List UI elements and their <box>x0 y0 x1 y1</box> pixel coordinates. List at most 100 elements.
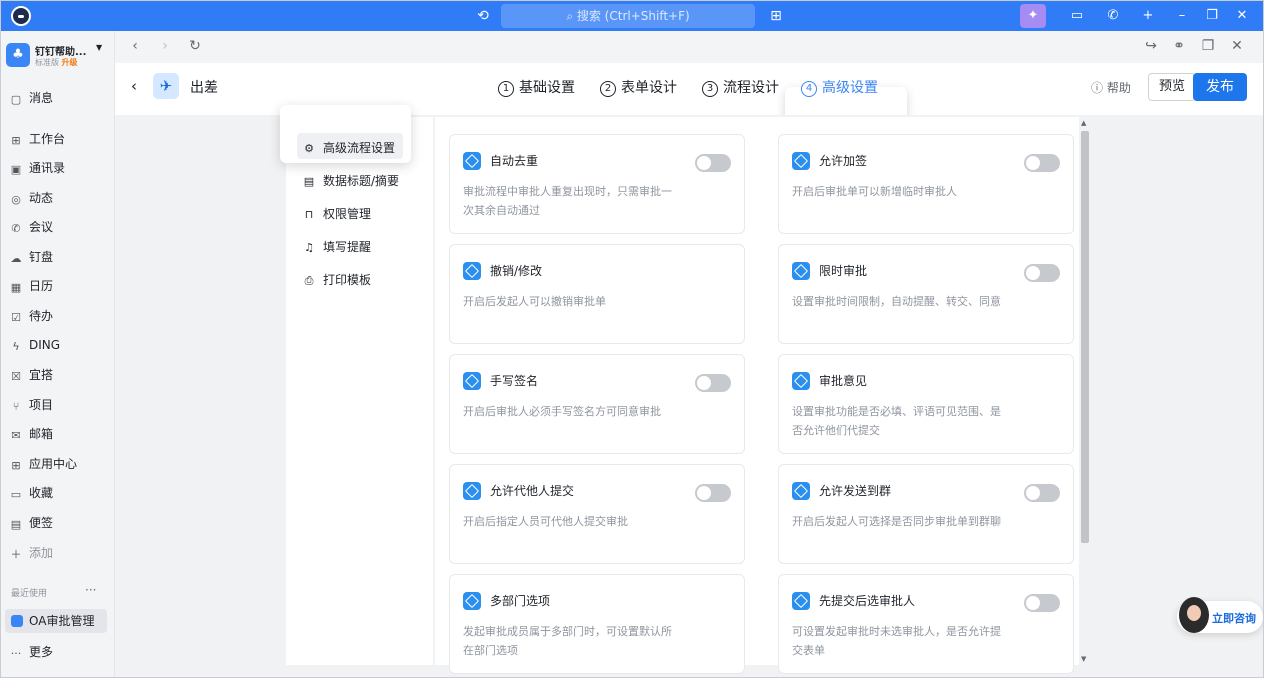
scroll-up-icon[interactable]: ▲ <box>1081 119 1086 127</box>
cube-icon <box>463 592 481 610</box>
settings-nav-advanced-flow[interactable]: ⚙ 高级流程设置 <box>303 139 395 156</box>
link-icon[interactable]: ⚭ <box>1171 38 1187 54</box>
handwritten-signature-toggle[interactable] <box>695 374 731 392</box>
settings-nav-print-template[interactable]: ⎙ 打印模板 <box>303 271 371 288</box>
consult-button[interactable]: 立即咨询 <box>1177 597 1263 633</box>
note-icon: ▤ <box>10 518 22 531</box>
dingtalk-logo-icon[interactable] <box>11 6 31 26</box>
mail-icon: ✉ <box>11 429 21 442</box>
send-to-group-toggle[interactable] <box>1024 484 1060 502</box>
search-icon: ⌕ <box>566 9 577 23</box>
back-icon[interactable]: ‹ <box>127 38 143 54</box>
sidebar: ♣ 钉钉帮助... ▼ 标准版 升级 ▢ 消息 ⊞ 工作台 ▣ 通讯录 ◎ 动态 ✆ 会议… <box>1 31 115 677</box>
setting-card-allow-add-signer: 允许加签 开启后审批单可以新增临时审批人 <box>778 134 1074 234</box>
sidebar-item-project[interactable]: ⑂ 项目 <box>9 394 109 416</box>
scrollbar-thumb[interactable] <box>1081 131 1089 543</box>
browser-nav-bar: ‹ › ↻ ↪ ⚭ ❐ ✕ <box>115 31 1263 63</box>
message-icon: ▢ <box>10 93 22 106</box>
setting-card-multi-department[interactable]: 多部门选项 发起审批成员属于多部门时，可设置默认所在部门选项 <box>449 574 745 674</box>
org-avatar: ♣ <box>6 43 30 67</box>
sidebar-item-drive[interactable]: ☁ 钉盘 <box>9 246 109 268</box>
sidebar-item-workbench[interactable]: ⊞ 工作台 <box>9 128 109 150</box>
settings-nav-reminders[interactable]: ♫ 填写提醒 <box>303 238 371 255</box>
settings-canvas: ⚙ 高级流程设置 ▤ 数据标题/摘要 ⊓ 权限管理 ♫ 填写提醒 ⎙ 打印模板 自动去重 … <box>115 105 1263 677</box>
favorite-icon: ▭ <box>10 488 22 501</box>
help-icon: ⓘ <box>1091 81 1107 95</box>
refresh-icon[interactable]: ↻ <box>187 38 203 54</box>
settings-nav-permissions[interactable]: ⊓ 权限管理 <box>303 205 371 222</box>
ding-icon: ϟ <box>12 340 20 353</box>
forward-icon[interactable]: › <box>157 38 173 54</box>
step-form-design[interactable]: 2 表单设计 <box>600 77 677 97</box>
sidebar-item-more[interactable]: ··· 更多 <box>9 641 109 663</box>
sidebar-item-todo[interactable]: ☑ 待办 <box>9 305 109 327</box>
history-icon[interactable]: ⟲ <box>474 7 492 25</box>
cube-icon <box>792 592 810 610</box>
search-placeholder: 搜索 (Ctrl+Shift+F) <box>576 9 690 23</box>
grid-add-icon[interactable]: ⊞ <box>767 7 785 25</box>
sidebar-item-favorites[interactable]: ▭ 收藏 <box>9 482 109 504</box>
call-icon[interactable]: ✆ <box>1100 4 1126 28</box>
sidebar-item-meetings[interactable]: ✆ 会议 <box>9 216 109 238</box>
recent-more-icon[interactable]: ··· <box>85 583 96 597</box>
submit-then-select-approver-toggle[interactable] <box>1024 594 1060 612</box>
calendar-icon: ▦ <box>10 281 22 294</box>
sidebar-item-messages[interactable]: ▢ 消息 <box>9 87 109 109</box>
cube-icon <box>463 152 481 170</box>
sidebar-item-activity[interactable]: ◎ 动态 <box>9 187 109 209</box>
sidebar-item-calendar[interactable]: ▦ 日历 <box>9 275 109 297</box>
setting-card-approval-comments[interactable]: 审批意见 设置审批功能是否必填、评语可见范围、是否允许他们代提交 <box>778 354 1074 454</box>
settings-nav-data-title[interactable]: ▤ 数据标题/摘要 <box>303 172 399 189</box>
project-icon: ⑂ <box>12 400 20 413</box>
grid-icon: ⊞ <box>11 134 21 147</box>
sidebar-item-app-center[interactable]: ⊞ 应用中心 <box>9 453 109 475</box>
app-window: ⟲ ⌕ 搜索 (Ctrl+Shift+F) ⊞ ✦ ▭ ✆ + – ❐ ✕ ♣ … <box>0 0 1264 678</box>
scroll-down-icon[interactable]: ▼ <box>1081 655 1086 663</box>
contacts-icon: ▣ <box>10 163 22 176</box>
settings-content: 自动去重 审批流程中审批人重复出现时，只需审批一次其余自动通过 允许加签 开启后… <box>435 117 1079 674</box>
recent-app-oa[interactable]: OA审批管理 <box>5 609 107 633</box>
minimize-icon[interactable]: – <box>1169 4 1195 28</box>
publish-button[interactable]: 发布 <box>1193 73 1247 101</box>
close-page-icon[interactable]: ✕ <box>1229 38 1245 54</box>
auto-dedup-toggle[interactable] <box>695 154 731 172</box>
screen-icon[interactable]: ▭ <box>1064 4 1090 28</box>
cube-icon <box>792 262 810 280</box>
close-icon[interactable]: ✕ <box>1229 4 1255 28</box>
sidebar-item-mail[interactable]: ✉ 邮箱 <box>9 423 109 445</box>
setting-card-time-limit: 限时审批 设置审批时间限制，自动提醒、转交、同意 <box>778 244 1074 344</box>
sidebar-item-contacts[interactable]: ▣ 通讯录 <box>9 157 109 179</box>
agent-avatar <box>1179 597 1209 633</box>
search-input[interactable]: ⌕ 搜索 (Ctrl+Shift+F) <box>501 4 755 28</box>
sidebar-item-ding[interactable]: ϟ DING <box>9 334 109 356</box>
scrollbar[interactable]: ▲ ▼ <box>1080 117 1090 665</box>
sidebar-item-notes[interactable]: ▤ 便签 <box>9 512 109 534</box>
share-icon[interactable]: ↪ <box>1143 38 1159 54</box>
plus-icon[interactable]: + <box>1135 4 1161 28</box>
setting-card-submit-on-behalf: 允许代他人提交 开启后指定人员可代他人提交审批 <box>449 464 745 564</box>
ai-icon[interactable]: ✦ <box>1020 4 1046 28</box>
sidebar-item-add[interactable]: ＋添加 <box>9 542 109 564</box>
recent-label: 最近使用 <box>11 589 48 599</box>
org-switcher[interactable]: ♣ 钉钉帮助... ▼ 标准版 升级 <box>6 41 110 73</box>
cube-icon <box>463 482 481 500</box>
restore-icon[interactable]: ❐ <box>1199 4 1225 28</box>
step-advanced-settings[interactable]: 4 高级设置 <box>801 77 878 97</box>
setting-card-revoke-modify[interactable]: 撤销/修改 开启后发起人可以撤销审批单 <box>449 244 745 344</box>
org-name: 钉钉帮助... <box>35 47 87 58</box>
printer-icon: ⎙ <box>304 274 314 287</box>
help-link[interactable]: ⓘ 帮助 <box>1091 79 1131 96</box>
open-window-icon[interactable]: ❐ <box>1200 38 1216 54</box>
step-flow-design[interactable]: 3 流程设计 <box>702 77 779 97</box>
plane-icon: ✈ <box>153 73 179 99</box>
doc-icon: ▤ <box>303 175 315 188</box>
upgrade-link[interactable]: 升级 <box>62 58 78 67</box>
submit-on-behalf-toggle[interactable] <box>695 484 731 502</box>
sidebar-item-yida[interactable]: ☒ 宜搭 <box>9 364 109 386</box>
step-basic-settings[interactable]: 1 基础设置 <box>498 77 575 97</box>
cube-icon <box>792 482 810 500</box>
back-arrow-icon[interactable]: ‹ <box>131 77 137 95</box>
allow-add-signer-toggle[interactable] <box>1024 154 1060 172</box>
time-limit-toggle[interactable] <box>1024 264 1060 282</box>
preview-button[interactable]: 预览 <box>1148 73 1196 101</box>
